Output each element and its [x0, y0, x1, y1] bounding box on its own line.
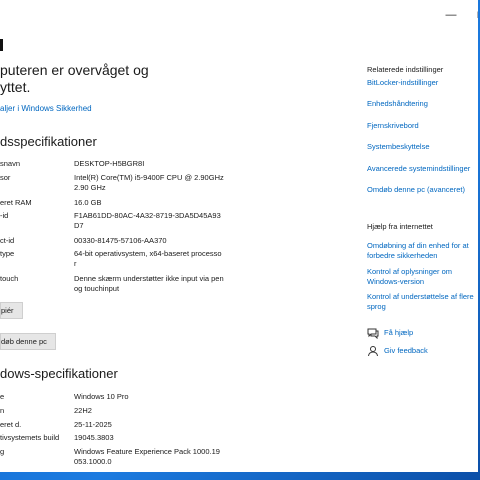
bitlocker-link[interactable]: BitLocker-indstillinger — [367, 78, 478, 88]
device-manager-link[interactable]: Enhedshåndtering — [367, 99, 478, 109]
advanced-system-settings-link[interactable]: Avancerede systemindstillinger — [367, 164, 478, 174]
spec-label: ct-id — [0, 236, 15, 245]
web-help-title: Hjælp fra internettet — [367, 222, 433, 231]
spec-value: F1AB61DD-80AC-4A32-8719-3DA5D45A93D7 — [74, 211, 221, 230]
maximize-button[interactable]: □ — [470, 4, 479, 26]
protection-status: puteren er overvåget og yttet. — [0, 62, 149, 96]
device-specs-title: dsspecifikationer — [0, 134, 97, 149]
desktop-background — [0, 472, 480, 480]
copy-button[interactable]: piér — [0, 302, 23, 319]
spec-label: g — [0, 447, 5, 456]
settings-window: — □ puteren er overvåget og yttet. aljer… — [0, 0, 478, 472]
spec-value: Intel(R) Core(TM) i5-9400F CPU @ 2.90GHz… — [74, 173, 224, 192]
heading-fragment — [0, 39, 3, 51]
remote-desktop-link[interactable]: Fjernskrivebord — [367, 121, 478, 131]
system-protection-link[interactable]: Systembeskyttelse — [367, 142, 478, 152]
spec-value: 00330-81475-57106-AA370 — [74, 236, 167, 245]
title-bar: — □ — [0, 0, 479, 30]
spec-value: Windows 10 Pro — [74, 392, 129, 401]
language-support-help-link[interactable]: Kontrol af understøttelse af flere sprog — [367, 292, 478, 312]
get-help-link[interactable]: Få hjælp — [384, 328, 413, 337]
spec-value: 22H2 — [74, 406, 92, 415]
spec-value: 25-11-2025 — [74, 420, 112, 429]
protection-line-1: puteren er overvåget og — [0, 62, 149, 78]
windows-version-help-link[interactable]: Kontrol af oplysninger om Windows-versio… — [367, 267, 478, 287]
rename-pc-advanced-link[interactable]: Omdøb denne pc (avanceret) — [367, 185, 478, 195]
spec-value: 64-bit operativsystem, x64-baseret proce… — [74, 249, 222, 268]
spec-label: type — [0, 249, 15, 258]
minimize-button[interactable]: — — [440, 4, 462, 26]
rename-device-help-link[interactable]: Omdøbning af din enhed for at forbedre s… — [367, 241, 478, 261]
spec-value: Windows Feature Experience Pack 1000.190… — [74, 447, 220, 466]
spec-value: 19045.3803 — [74, 433, 114, 442]
give-feedback-link[interactable]: Giv feedback — [384, 346, 428, 355]
rename-pc-button[interactable]: døb denne pc — [0, 333, 56, 350]
feedback-icon — [367, 345, 379, 357]
spec-value: 16.0 GB — [74, 198, 102, 207]
spec-label: snavn — [0, 159, 21, 168]
security-details-link[interactable]: aljer i Windows Sikkerhed — [0, 104, 92, 113]
spec-label: sor — [0, 173, 11, 182]
spec-label: n — [0, 406, 5, 415]
protection-line-2: yttet. — [0, 79, 31, 95]
spec-label: eret d. — [0, 420, 22, 429]
spec-value: DESKTOP-H5BGR8I — [74, 159, 145, 168]
spec-label: eret RAM — [0, 198, 32, 207]
help-icon — [367, 327, 379, 340]
spec-label: touch — [0, 274, 19, 283]
spec-label: e — [0, 392, 5, 401]
spec-label: -id — [0, 211, 9, 220]
spec-label: tivsystemets build — [0, 433, 60, 442]
related-settings-title: Relaterede indstillinger — [367, 65, 444, 74]
windows-specs-title: dows-specifikationer — [0, 366, 118, 381]
spec-value: Denne skærm understøtter ikke input via … — [74, 274, 224, 293]
